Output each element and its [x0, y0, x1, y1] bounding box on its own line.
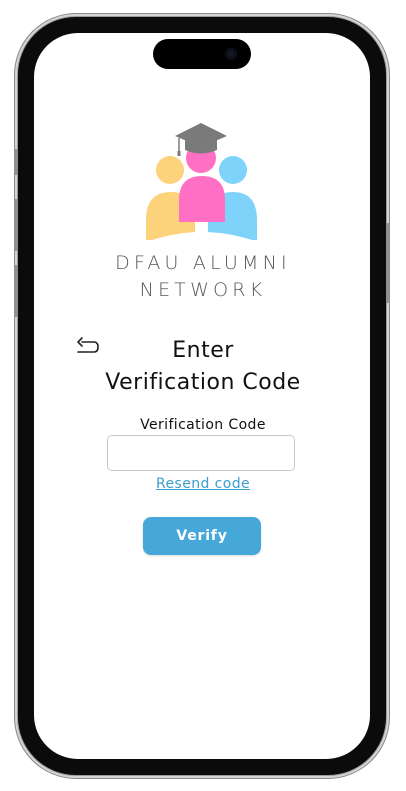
brand-name-line2: NETWORK — [139, 279, 267, 301]
resend-code-link[interactable]: Resend code — [0, 476, 406, 492]
verification-code-input[interactable] — [107, 435, 295, 471]
tassel-end — [177, 151, 181, 156]
right-person-head — [219, 156, 247, 184]
silent-switch — [14, 149, 18, 175]
left-person-head — [156, 156, 184, 184]
graduation-cap-icon — [175, 123, 227, 147]
page-title-line2: Verification Code — [105, 370, 301, 395]
center-person-body — [179, 176, 225, 222]
volume-up-button — [14, 199, 18, 251]
verify-button[interactable]: Verify — [143, 517, 261, 555]
front-camera-icon — [225, 48, 237, 60]
dynamic-island — [153, 39, 251, 69]
verification-code-label: Verification Code — [140, 417, 266, 433]
brand-name-line1: DFAU ALUMNI — [115, 252, 291, 274]
page-title-line1: Enter — [172, 338, 234, 363]
alumni-logo-icon — [145, 123, 259, 244]
